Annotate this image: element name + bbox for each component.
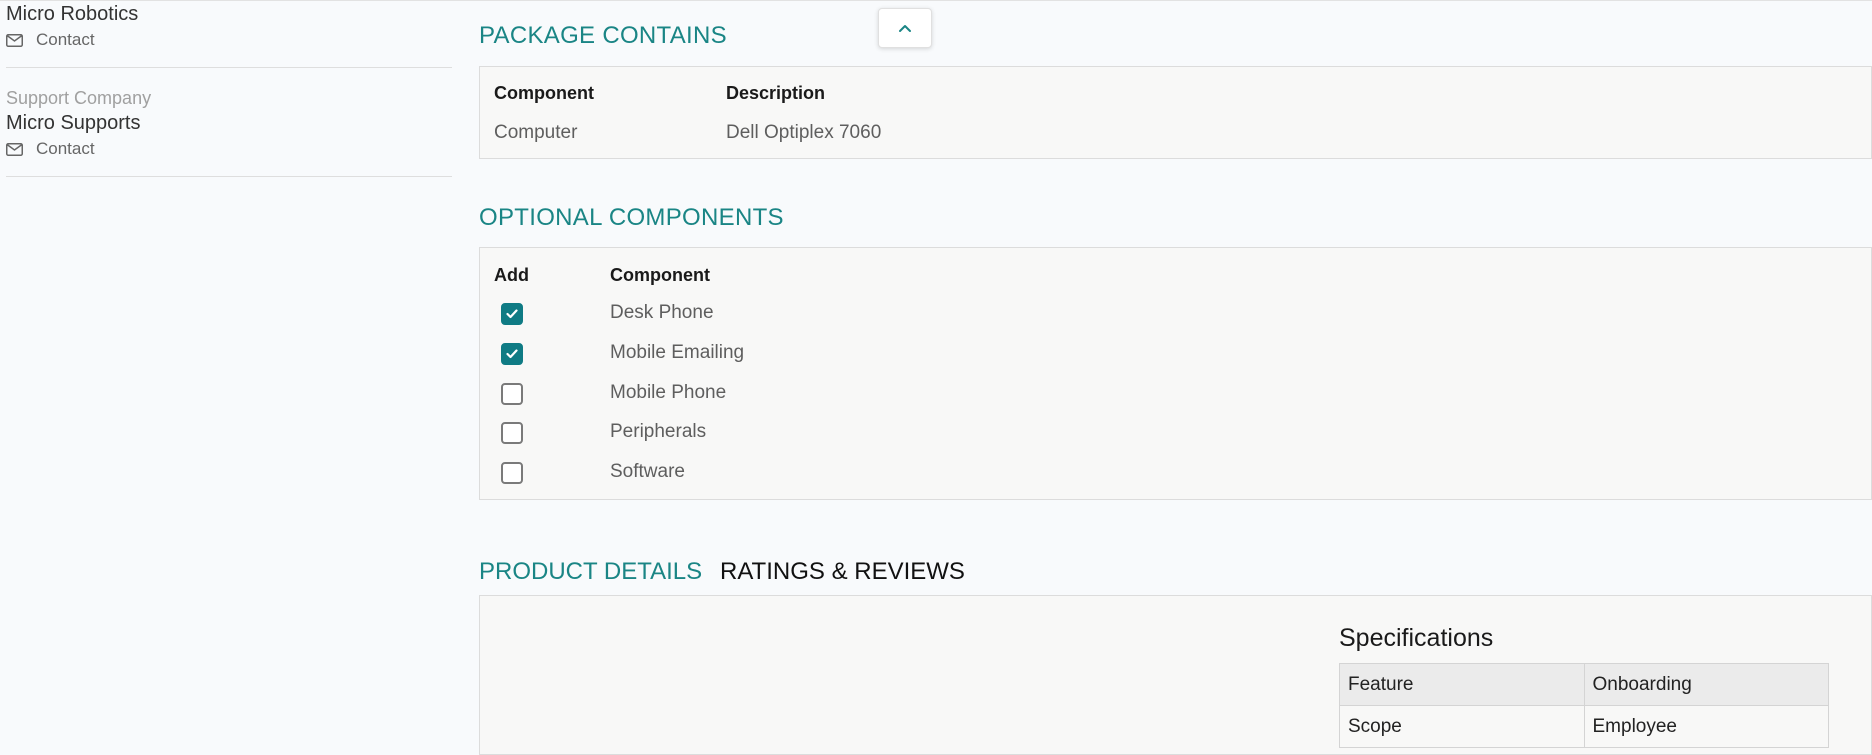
- checkbox-desk-phone[interactable]: [501, 303, 523, 325]
- option-label-peripherals: Peripherals: [610, 421, 707, 442]
- specifications-title: Specifications: [1339, 624, 1494, 652]
- support-contact-label: Contact: [36, 139, 95, 158]
- spec-header-row: Feature Onboarding: [1339, 663, 1829, 706]
- envelope-icon: [6, 142, 23, 156]
- package-header-component: Component: [494, 83, 594, 103]
- sidebar: Micro Robotics Contact Support Company M…: [6, 1, 452, 177]
- option-label-desk-phone: Desk Phone: [610, 302, 714, 323]
- package-row-component: Computer: [494, 122, 578, 143]
- support-block: Support Company Micro Supports Contact: [6, 86, 452, 177]
- option-label-mobile-emailing: Mobile Emailing: [610, 342, 745, 363]
- scroll-to-top-button[interactable]: [878, 8, 932, 48]
- checkbox-peripherals[interactable]: [501, 422, 523, 444]
- support-company-label: Support Company: [6, 88, 152, 108]
- checkbox-software[interactable]: [501, 462, 523, 484]
- vendor-contact-link[interactable]: Contact: [6, 29, 452, 51]
- optional-components-title: OPTIONAL COMPONENTS: [479, 204, 784, 231]
- support-contact-link[interactable]: Contact: [6, 138, 452, 160]
- checkbox-mobile-emailing[interactable]: [501, 343, 523, 365]
- envelope-icon: [6, 33, 23, 47]
- spec-header-onboarding: Onboarding: [1583, 663, 1829, 706]
- option-label-software: Software: [610, 461, 685, 482]
- checkbox-mobile-phone[interactable]: [501, 383, 523, 405]
- optional-components-panel: Add Component Desk Phone Mobile Emailing…: [479, 247, 1872, 500]
- package-contains-title: PACKAGE CONTAINS: [479, 22, 727, 49]
- checkmark-icon: [506, 309, 518, 319]
- spec-cell-scope: Scope: [1339, 705, 1585, 748]
- optional-header-component: Component: [610, 265, 710, 285]
- specifications-table: Feature Onboarding Scope Employee: [1339, 663, 1829, 748]
- package-row-description: Dell Optiplex 7060: [726, 122, 882, 143]
- checkmark-icon: [506, 349, 518, 359]
- optional-header-add: Add: [494, 265, 529, 285]
- spec-header-feature: Feature: [1339, 663, 1585, 706]
- vendor-name: Micro Robotics: [6, 3, 139, 25]
- package-header-description: Description: [726, 83, 826, 103]
- option-label-mobile-phone: Mobile Phone: [610, 382, 727, 403]
- support-company-name: Micro Supports: [6, 112, 141, 134]
- tab-product-details[interactable]: PRODUCT DETAILS: [479, 557, 702, 587]
- spec-cell-employee: Employee: [1583, 705, 1829, 748]
- table-row: Scope Employee: [1339, 705, 1829, 748]
- vendor-contact-label: Contact: [36, 30, 95, 49]
- chevron-up-icon: [899, 24, 911, 32]
- tab-ratings-reviews[interactable]: RATINGS & REVIEWS: [720, 557, 965, 587]
- vendor-block: Micro Robotics Contact: [6, 1, 452, 68]
- package-contains-panel: Component Description Computer Dell Opti…: [479, 66, 1872, 159]
